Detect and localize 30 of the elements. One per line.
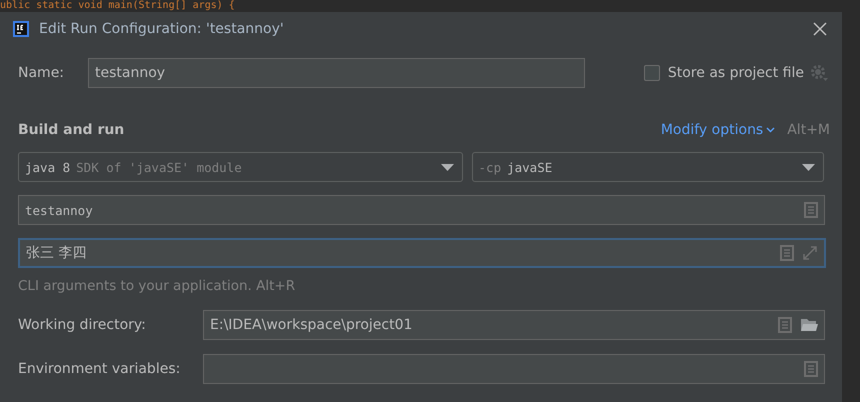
- name-label: Name:: [18, 65, 66, 81]
- expand-icon[interactable]: [802, 245, 818, 261]
- dropdown-arrow-icon: [802, 164, 815, 170]
- store-checkbox[interactable]: [644, 65, 660, 81]
- document-icon[interactable]: [804, 361, 818, 377]
- section-title: Build and run: [18, 122, 126, 138]
- window-title: Edit Run Configuration: 'testannoy': [39, 21, 285, 37]
- document-icon[interactable]: [804, 202, 818, 218]
- main-class-field[interactable]: testannoy: [18, 195, 825, 225]
- working-directory-label: Working directory:: [18, 317, 147, 333]
- store-label: Store as project file: [668, 65, 804, 81]
- shortcut-label: Alt+M: [787, 122, 830, 138]
- close-button[interactable]: [812, 21, 828, 37]
- working-directory-field[interactable]: E:\IDEA\workspace\project01: [203, 310, 825, 340]
- chevron-down-icon: [766, 127, 776, 133]
- dropdown-arrow-icon: [440, 164, 454, 170]
- document-icon[interactable]: [780, 245, 794, 261]
- classpath-dropdown[interactable]: -cp javaSE: [472, 152, 824, 182]
- modify-options-link[interactable]: Modify options: [660, 122, 776, 138]
- environment-variables-field[interactable]: [203, 354, 825, 384]
- jre-dropdown[interactable]: java 8 SDK of 'javaSE' module: [18, 152, 463, 182]
- folder-icon[interactable]: [800, 318, 818, 332]
- hint-text: CLI arguments to your application. Alt+R: [18, 278, 296, 294]
- code-line: ublic static void main(String[] args) {: [0, 0, 235, 12]
- app-logo-icon: [13, 21, 29, 37]
- program-arguments-field[interactable]: 张三 李四: [18, 238, 826, 268]
- document-icon[interactable]: [778, 317, 792, 333]
- name-field[interactable]: testannoy: [88, 58, 585, 88]
- environment-variables-label: Environment variables:: [18, 361, 182, 377]
- gear-icon[interactable]: [810, 64, 828, 82]
